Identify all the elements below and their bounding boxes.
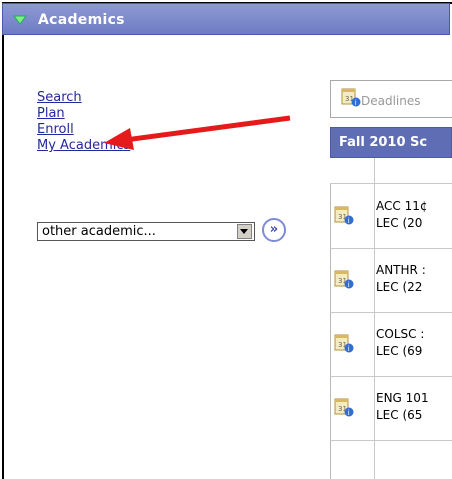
deadlines-link[interactable]: 31 i Deadlines: [330, 80, 452, 118]
svg-text:i: i: [348, 281, 350, 289]
table-row: 31 i ANTHR : LEC (22: [330, 248, 452, 313]
svg-text:i: i: [348, 409, 350, 417]
svg-text:i: i: [348, 345, 350, 353]
deadlines-label: Deadlines: [361, 94, 421, 108]
table-row: 31 i COLSC : LEC (69: [330, 312, 452, 377]
academics-header[interactable]: Academics: [2, 3, 450, 35]
calendar-info-icon[interactable]: 31 i: [334, 396, 354, 418]
course-cell: COLSC : LEC (69: [376, 326, 424, 360]
search-link[interactable]: Search: [37, 90, 130, 106]
red-arrow-annotation: [104, 115, 291, 150]
term-title-bar: Fall 2010 Sc: [330, 127, 452, 158]
course-cell: ANTHR : LEC (22: [376, 262, 426, 296]
course-section: LEC (22: [376, 280, 423, 294]
course-name: ANTHR :: [376, 263, 426, 277]
course-name: COLSC :: [376, 327, 425, 341]
term-title: Fall 2010 Sc: [339, 135, 428, 150]
go-button[interactable]: »: [262, 218, 286, 242]
svg-text:i: i: [355, 99, 357, 107]
calendar-info-icon: 31 i: [341, 88, 361, 107]
svg-text:i: i: [348, 217, 350, 225]
header-title: Academics: [38, 12, 125, 28]
schedule-panel: 31 i Deadlines Fall 2010 Sc 31 i ACC 11¢…: [330, 80, 452, 479]
table-row: 31 i ACC 11¢ LEC (20: [330, 184, 452, 249]
course-name: ACC 11¢: [376, 199, 428, 213]
select-value: other academic...: [42, 224, 156, 239]
calendar-info-icon[interactable]: 31 i: [334, 268, 354, 290]
chevron-down-icon: [240, 229, 248, 234]
course-cell: ACC 11¢ LEC (20: [376, 198, 427, 232]
grid-header-row: [330, 158, 452, 184]
other-academic-select[interactable]: other academic...: [37, 222, 255, 241]
dropdown-button[interactable]: [237, 224, 252, 239]
course-cell: ENG 101 LEC (65: [376, 390, 429, 424]
table-row: 31 i ENG 101 LEC (65: [330, 376, 452, 441]
course-section: LEC (65: [376, 408, 423, 422]
course-section: LEC (69: [376, 344, 423, 358]
course-section: LEC (20: [376, 216, 423, 230]
collapse-triangle-icon[interactable]: [13, 14, 27, 26]
course-name: ENG 101: [376, 391, 429, 405]
calendar-info-icon[interactable]: 31 i: [334, 204, 354, 226]
calendar-info-icon[interactable]: 31 i: [334, 332, 354, 354]
